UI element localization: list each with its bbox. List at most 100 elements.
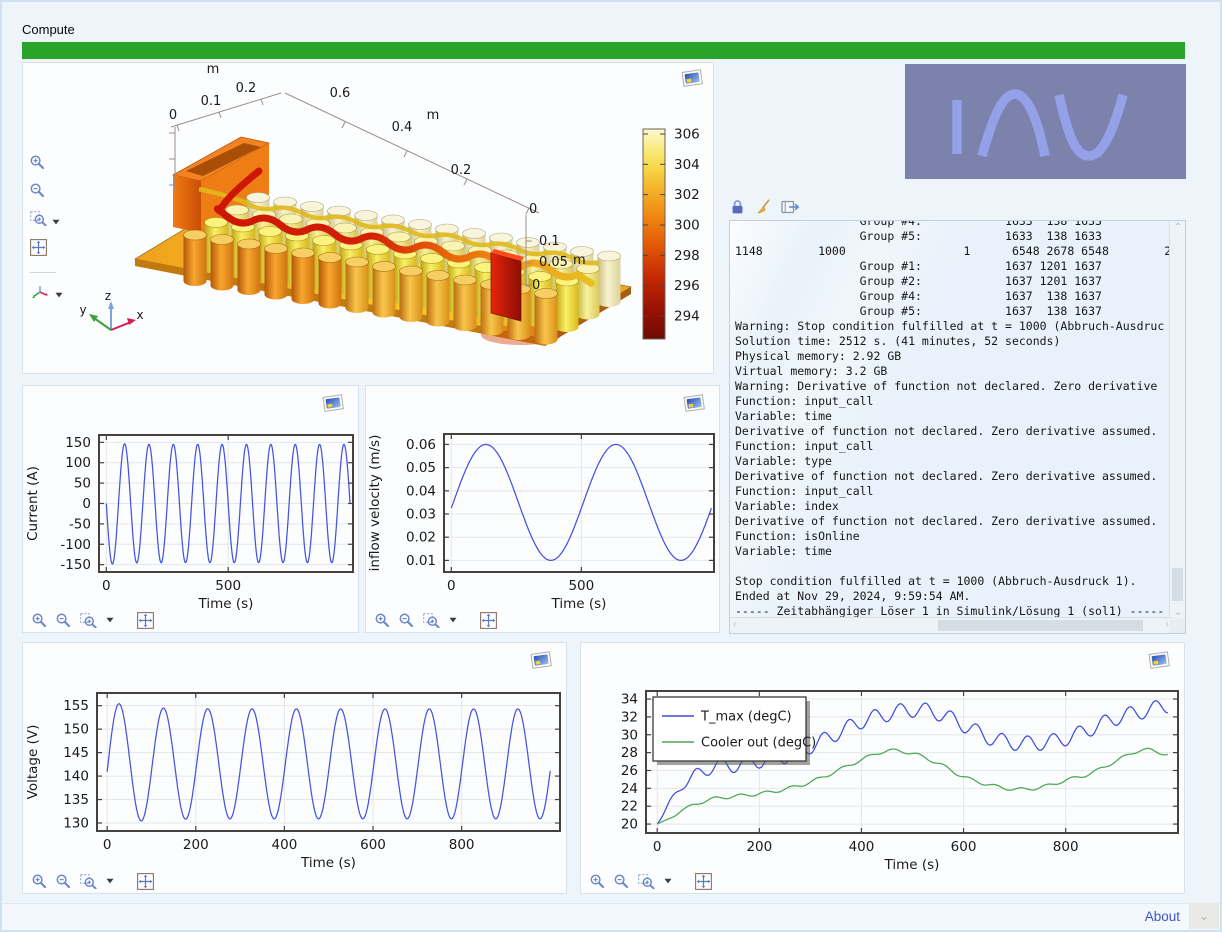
scrollbar-thumb[interactable] (1172, 568, 1183, 601)
extents-icon[interactable] (137, 612, 154, 629)
snapshot-icon[interactable] (1148, 650, 1172, 671)
toolbar-row (30, 155, 45, 175)
scrollbar-corner (1170, 618, 1185, 633)
log-text[interactable]: Group #4: 1633 138 1633 Group #5: 1633 1… (730, 220, 1185, 619)
svg-text:0.02: 0.02 (406, 530, 436, 546)
svg-text:0.06: 0.06 (406, 437, 436, 453)
zoom-in-icon[interactable] (590, 874, 605, 889)
current-chart[interactable]: 0500150100500-50-100-150Time (s)Current … (23, 386, 358, 632)
svg-text:298: 298 (674, 248, 700, 264)
extents-icon[interactable] (695, 873, 712, 890)
scroll-up-icon[interactable]: ⌃ (1174, 223, 1182, 233)
svg-text:28: 28 (621, 745, 638, 761)
extents-icon[interactable] (480, 612, 497, 629)
svg-text:0: 0 (82, 496, 91, 512)
svg-text:145: 145 (63, 745, 89, 761)
caret-down-icon[interactable] (55, 285, 63, 303)
svg-text:Time (s): Time (s) (198, 596, 254, 612)
svg-text:100: 100 (65, 455, 91, 471)
zoom-out-icon[interactable] (56, 874, 71, 889)
zoom-in-icon[interactable] (32, 874, 47, 889)
svg-text:32: 32 (621, 709, 638, 725)
svg-text:0: 0 (529, 202, 537, 217)
voltage-chart[interactable]: 0200400600800155150145140135130Time (s)V… (23, 643, 566, 893)
svg-text:m: m (207, 63, 220, 77)
toolbar-row (30, 183, 45, 203)
zoom-box-icon[interactable] (80, 613, 97, 628)
toolbar-row (30, 284, 63, 304)
caret-down-icon[interactable] (106, 878, 114, 884)
svg-text:50: 50 (74, 476, 91, 492)
svg-text:Voltage (V): Voltage (V) (25, 725, 41, 800)
iav-logo (905, 64, 1186, 179)
inflow-chart[interactable]: 05000.060.050.040.030.020.01Time (s)infl… (366, 386, 719, 632)
svg-text:400: 400 (849, 839, 875, 855)
footer-corner-chevron-icon[interactable]: ⌄ (1189, 903, 1219, 929)
svg-text:296: 296 (674, 278, 700, 294)
svg-text:500: 500 (568, 578, 594, 594)
svg-text:0: 0 (653, 839, 662, 855)
zoom-box-icon[interactable] (423, 613, 440, 628)
temperature-chart[interactable]: 02004006008003432302826242220Time (s)T_m… (581, 643, 1184, 893)
svg-text:y: y (79, 303, 86, 317)
zoom-in-icon[interactable] (32, 613, 47, 628)
svg-text:Time (s): Time (s) (300, 855, 356, 871)
toolbar-row (30, 211, 60, 231)
svg-text:Time (s): Time (s) (884, 857, 940, 873)
zoom-box-icon[interactable] (80, 874, 97, 889)
zoom-box-icon[interactable] (30, 211, 47, 231)
scroll-left-icon[interactable]: ‹ (733, 620, 736, 630)
svg-text:Time (s): Time (s) (551, 596, 607, 612)
svg-text:34: 34 (621, 692, 638, 708)
svg-text:0: 0 (103, 837, 112, 853)
caret-down-icon[interactable] (52, 212, 60, 230)
svg-text:z: z (105, 289, 111, 303)
toolbar-separator (30, 272, 56, 273)
scene-3d[interactable]: m00.10.20.6m0.40.200.10.050mzyx306304302… (23, 63, 713, 373)
log-vertical-scrollbar[interactable]: ⌃ ⌄ (1169, 221, 1185, 620)
svg-text:306: 306 (674, 127, 700, 143)
compute-label: Compute (22, 22, 75, 37)
export-icon[interactable] (781, 200, 800, 219)
zoom-out-icon[interactable] (56, 613, 71, 628)
svg-text:400: 400 (272, 837, 298, 853)
about-link[interactable]: About (1145, 909, 1180, 924)
zoom-out-icon[interactable] (399, 613, 414, 628)
snapshot-icon[interactable] (683, 393, 707, 414)
svg-text:30: 30 (621, 727, 638, 743)
svg-text:0.03: 0.03 (406, 507, 436, 523)
log-horizontal-scrollbar[interactable]: ‹ › (730, 617, 1172, 633)
svg-text:-150: -150 (60, 557, 91, 573)
svg-text:0.2: 0.2 (451, 163, 472, 178)
scroll-down-icon[interactable]: ⌄ (1174, 608, 1182, 618)
svg-text:302: 302 (674, 187, 700, 203)
extents-icon[interactable] (137, 873, 154, 890)
zoom-in-icon[interactable] (30, 155, 45, 175)
svg-text:600: 600 (951, 839, 977, 855)
svg-text:-100: -100 (60, 537, 91, 553)
snapshot-icon[interactable] (322, 393, 346, 414)
snapshot-icon[interactable] (681, 68, 705, 89)
caret-down-icon[interactable] (106, 617, 114, 623)
zoom-out-icon[interactable] (30, 183, 45, 203)
scroll-right-icon[interactable]: › (1166, 620, 1169, 630)
iav-logo-graphic (905, 64, 1186, 179)
svg-text:294: 294 (674, 308, 700, 324)
log-toolbar (730, 199, 800, 220)
zoom-box-icon[interactable] (638, 874, 655, 889)
extents-icon[interactable] (30, 239, 47, 261)
log-output[interactable]: Group #4: 1633 138 1633 Group #5: 1633 1… (729, 220, 1186, 634)
snapshot-icon[interactable] (530, 650, 554, 671)
lock-icon[interactable] (730, 199, 745, 220)
clean-icon[interactable] (755, 199, 771, 220)
caret-down-icon[interactable] (449, 617, 457, 623)
scrollbar-thumb[interactable] (938, 620, 1143, 631)
caret-down-icon[interactable] (664, 878, 672, 884)
svg-text:800: 800 (1053, 839, 1079, 855)
zoom-out-icon[interactable] (614, 874, 629, 889)
zoom-in-icon[interactable] (375, 613, 390, 628)
plot-toolbar (32, 611, 154, 629)
svg-text:150: 150 (63, 722, 89, 738)
axis-orientation-icon[interactable] (30, 284, 50, 304)
svg-text:0.05: 0.05 (406, 460, 436, 476)
